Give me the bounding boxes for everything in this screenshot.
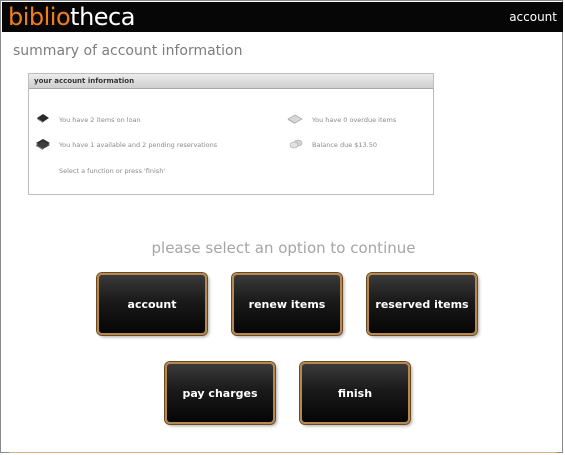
reservations-text: You have 1 available and 2 pending reser… (59, 141, 218, 149)
book-icon (37, 114, 49, 123)
page-title: summary of account information (13, 43, 243, 59)
account-button[interactable]: account (97, 273, 207, 335)
coins-icon (289, 139, 303, 149)
overdue-text: You have 0 overdue items (312, 116, 397, 124)
logo-part-biblio: biblio (8, 3, 71, 31)
books-icon (36, 139, 50, 150)
renew-items-button[interactable]: renew items (232, 273, 342, 335)
account-info-panel: your account information You have 2 item… (28, 73, 434, 195)
options-prompt: please select an option to continue (151, 239, 416, 257)
items-on-loan-text: You have 2 items on loan (59, 116, 141, 124)
overdue-book-icon (287, 114, 303, 124)
bottom-divider (9, 452, 557, 453)
reserved-items-button[interactable]: reserved items (367, 273, 477, 335)
logo-part-theca: theca (70, 3, 135, 31)
finish-button[interactable]: finish (300, 362, 410, 424)
account-info-heading: your account information (29, 74, 433, 89)
pay-charges-button[interactable]: pay charges (165, 362, 275, 424)
instruction-text: Select a function or press 'finish' (59, 167, 166, 175)
kiosk-screen: bibliotheca account summary of account i… (0, 0, 563, 453)
balance-text: Balance due $13.50 (312, 141, 378, 149)
top-bar: bibliotheca account (2, 2, 563, 32)
bibliotheca-logo: bibliotheca (8, 2, 135, 32)
account-link[interactable]: account (509, 10, 557, 24)
